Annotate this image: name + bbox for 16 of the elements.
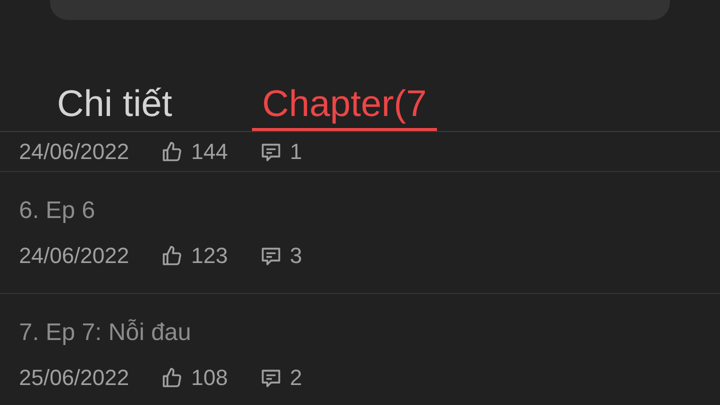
comment-count: 2	[290, 364, 302, 390]
thumbs-up-icon	[161, 366, 184, 388]
comment-count: 1	[290, 138, 302, 164]
chapter-title[interactable]: 7. Ep 7: Nỗi đau	[19, 318, 720, 346]
thumbs-up-icon	[161, 244, 184, 266]
tab[interactable]: Chapter(7	[252, 82, 437, 131]
chapter-date: 24/06/2022	[19, 138, 130, 164]
tab[interactable]: Chi tiết	[47, 82, 182, 131]
chapter-title[interactable]: 6. Ep 6	[19, 196, 720, 224]
thumbs-up-icon	[161, 140, 184, 162]
chapter-date: 24/06/2022	[19, 242, 130, 268]
comment-count: 3	[290, 242, 302, 268]
like-count: 108	[191, 364, 228, 390]
like-count: 144	[191, 138, 228, 164]
chapter-date: 25/06/2022	[19, 364, 130, 390]
like-count: 123	[191, 242, 228, 268]
